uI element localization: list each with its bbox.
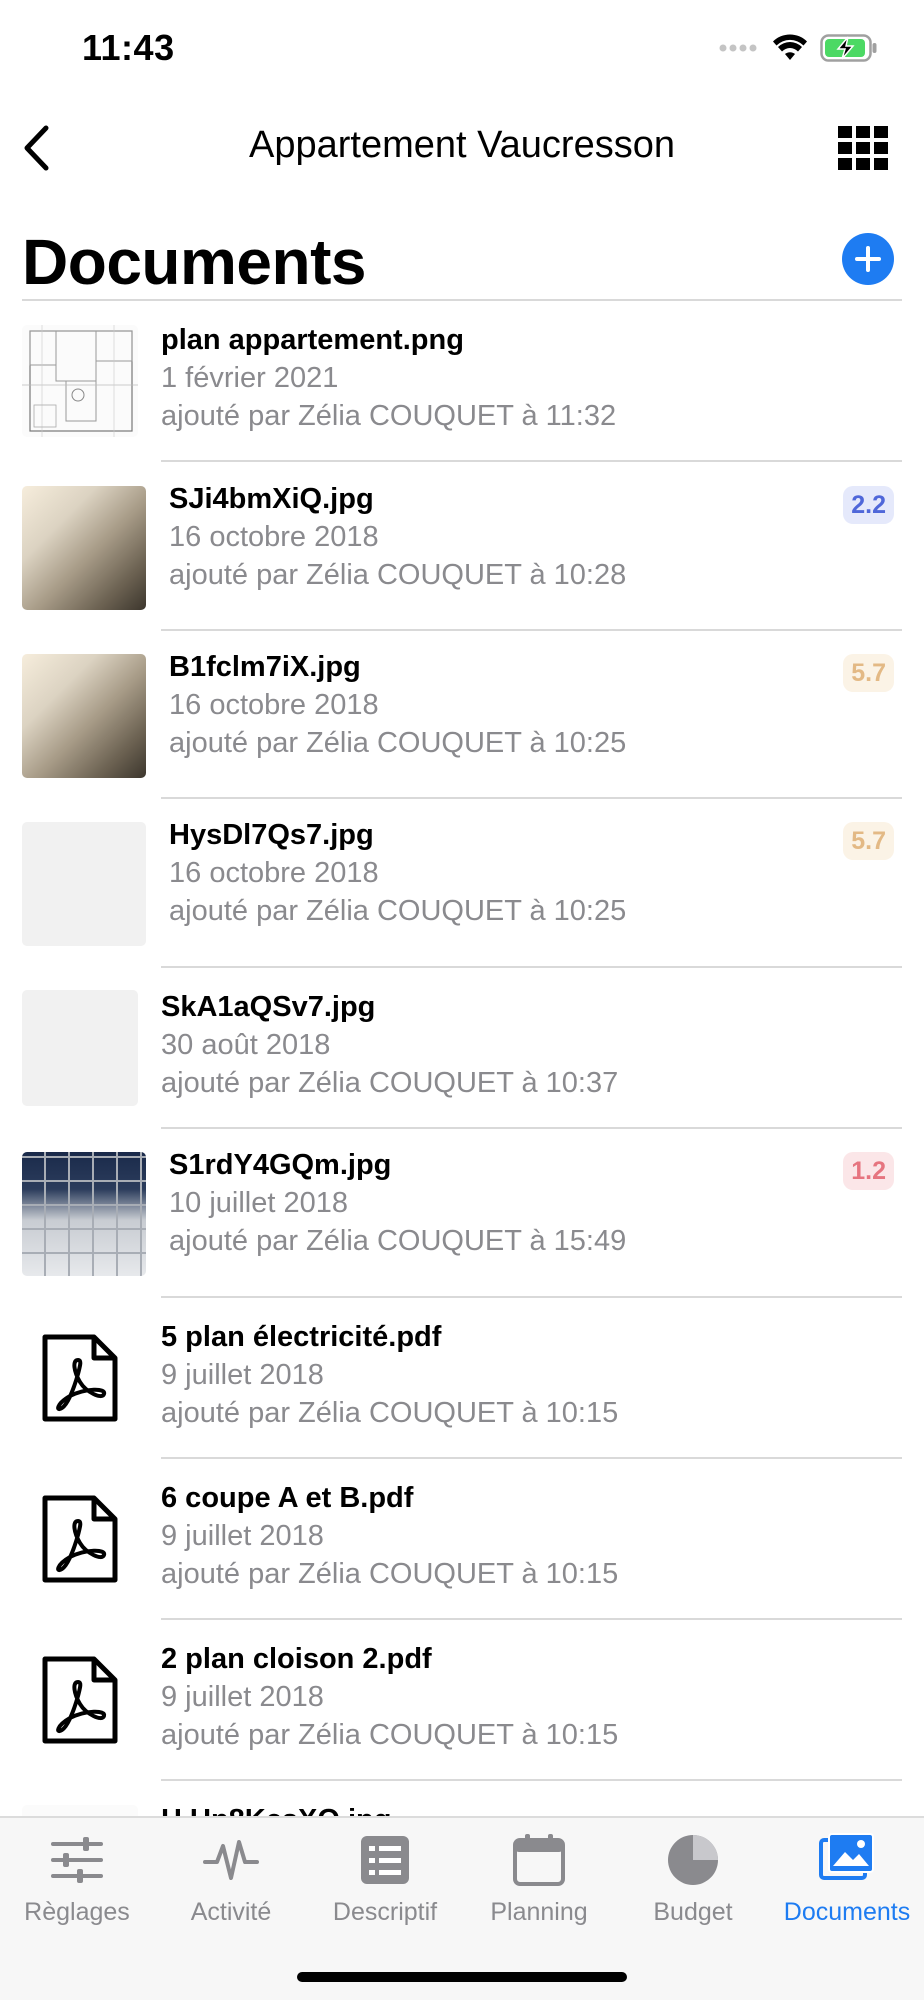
document-name: 5 plan électricité.pdf <box>161 1321 442 1353</box>
list-item[interactable]: HysDl7Qs7.jpg 16 octobre 2018 ajouté par… <box>0 799 924 968</box>
document-name: H.Up8KcsXQ.jpg <box>161 1801 391 1816</box>
page-title: Documents <box>22 226 367 298</box>
document-badge: 1.2 <box>843 1152 894 1190</box>
navigation-bar: Appartement Vaucresson <box>0 100 924 195</box>
list-item[interactable]: 6 coupe A et B.pdf 9 juillet 2018 ajouté… <box>0 1459 924 1620</box>
blank-thumbnail <box>22 822 146 946</box>
battery-charging-icon <box>820 34 877 62</box>
plan-thumbnail <box>22 1805 138 1816</box>
pdf-icon <box>42 1495 118 1583</box>
tab-descriptif[interactable]: Descriptif <box>308 1830 462 1927</box>
document-info: S1rdY4GQm.jpg 10 juillet 2018 ajouté par… <box>169 1146 626 1260</box>
status-bar: 11:43 <box>0 0 924 100</box>
document-date: 16 octobre 2018 <box>169 521 379 553</box>
documents-header: Documents <box>0 205 924 300</box>
tab-bar: Règlages Activité Descriptif Planning Bu… <box>0 1816 924 2000</box>
list-icon <box>361 1836 409 1884</box>
pie-chart-icon <box>668 1835 718 1885</box>
document-info: SJi4bmXiQ.jpg 16 octobre 2018 ajouté par… <box>169 480 626 594</box>
document-name: B1fclm7iX.jpg <box>169 651 361 683</box>
document-date: 10 juillet 2018 <box>169 1187 348 1219</box>
document-date: 16 octobre 2018 <box>169 689 379 721</box>
blank-thumbnail <box>22 990 138 1106</box>
document-date: 30 août 2018 <box>161 1029 331 1061</box>
document-added-by: ajouté par Zélia COUQUET à 10:28 <box>169 559 627 591</box>
list-item[interactable]: 2 plan cloison 2.pdf 9 juillet 2018 ajou… <box>0 1620 924 1781</box>
document-added-by: ajouté par Zélia COUQUET à 10:25 <box>169 727 627 759</box>
document-added-by: ajouté par Zélia COUQUET à 10:37 <box>161 1067 619 1099</box>
document-added-by: ajouté par Zélia COUQUET à 10:25 <box>169 895 627 927</box>
tab-budget[interactable]: Budget <box>616 1830 770 1927</box>
document-name: HysDl7Qs7.jpg <box>169 819 374 851</box>
tab-reglages[interactable]: Règlages <box>0 1830 154 1927</box>
document-badge: 5.7 <box>843 822 894 860</box>
document-added-by: ajouté par Zélia COUQUET à 11:32 <box>161 400 617 432</box>
grid-view-button[interactable] <box>838 126 888 170</box>
document-added-by: ajouté par Zélia COUQUET à 10:15 <box>161 1397 619 1429</box>
list-item[interactable]: SJi4bmXiQ.jpg 16 octobre 2018 ajouté par… <box>0 462 924 631</box>
calendar-icon <box>513 1834 565 1886</box>
home-indicator[interactable] <box>297 1972 627 1982</box>
document-name: SkA1aQSv7.jpg <box>161 991 376 1023</box>
document-info: 5 plan électricité.pdf 9 juillet 2018 aj… <box>161 1318 618 1432</box>
document-date: 9 juillet 2018 <box>161 1681 324 1713</box>
document-name: S1rdY4GQm.jpg <box>169 1149 392 1181</box>
document-name: 2 plan cloison 2.pdf <box>161 1643 432 1675</box>
list-item[interactable]: S1rdY4GQm.jpg 10 juillet 2018 ajouté par… <box>0 1129 924 1298</box>
list-item[interactable]: B1fclm7iX.jpg 16 octobre 2018 ajouté par… <box>0 631 924 799</box>
document-badge: 2.2 <box>843 486 894 524</box>
tab-label: Règlages <box>24 1898 130 1926</box>
document-date: 9 juillet 2018 <box>161 1520 324 1552</box>
list-item[interactable]: H.Up8KcsXQ.jpg <box>0 1781 924 1816</box>
document-info: HysDl7Qs7.jpg 16 octobre 2018 ajouté par… <box>169 816 626 930</box>
document-name: 6 coupe A et B.pdf <box>161 1482 414 1514</box>
photo-thumbnail <box>22 654 146 778</box>
status-icons <box>718 34 878 62</box>
add-document-button[interactable] <box>842 233 894 285</box>
document-info: plan appartement.png 1 février 2021 ajou… <box>161 321 616 435</box>
photo-thumbnail <box>22 486 146 610</box>
tab-label: Planning <box>490 1898 588 1926</box>
list-item[interactable]: 5 plan électricité.pdf 9 juillet 2018 aj… <box>0 1298 924 1459</box>
photos-icon <box>819 1833 874 1880</box>
tab-documents[interactable]: Documents <box>770 1830 924 1927</box>
document-name: plan appartement.png <box>161 324 464 356</box>
document-list[interactable]: plan appartement.png 1 février 2021 ajou… <box>0 301 924 1816</box>
tab-label: Activité <box>190 1898 272 1926</box>
document-added-by: ajouté par Zélia COUQUET à 15:49 <box>169 1225 627 1257</box>
cellular-signal-icon <box>719 44 757 52</box>
document-name: SJi4bmXiQ.jpg <box>169 483 374 515</box>
document-added-by: ajouté par Zélia COUQUET à 10:15 <box>161 1558 619 1590</box>
activity-icon <box>203 1840 259 1880</box>
wifi-icon <box>773 34 807 60</box>
document-info: H.Up8KcsXQ.jpg <box>161 1801 391 1816</box>
pdf-icon <box>42 1334 118 1422</box>
document-info: SkA1aQSv7.jpg 30 août 2018 ajouté par Zé… <box>161 988 618 1102</box>
sliders-icon <box>51 1837 103 1883</box>
tab-activite[interactable]: Activité <box>154 1830 308 1927</box>
plus-icon <box>855 246 881 272</box>
tab-label: Documents <box>783 1898 911 1926</box>
document-added-by: ajouté par Zélia COUQUET à 10:15 <box>161 1719 619 1751</box>
document-date: 1 février 2021 <box>161 362 339 394</box>
document-info: B1fclm7iX.jpg 16 octobre 2018 ajouté par… <box>169 648 626 762</box>
floor-plan-thumbnail <box>22 325 138 437</box>
status-time: 11:43 <box>82 27 175 68</box>
document-badge: 5.7 <box>843 654 894 692</box>
project-title: Appartement Vaucresson <box>249 124 675 166</box>
tab-label: Budget <box>653 1898 733 1926</box>
list-item[interactable]: SkA1aQSv7.jpg 30 août 2018 ajouté par Zé… <box>0 968 924 1129</box>
document-info: 6 coupe A et B.pdf 9 juillet 2018 ajouté… <box>161 1479 618 1593</box>
list-item[interactable]: plan appartement.png 1 février 2021 ajou… <box>0 301 924 462</box>
document-date: 16 octobre 2018 <box>169 857 379 889</box>
tiles-photo-thumbnail <box>22 1152 146 1276</box>
pdf-icon <box>42 1656 118 1744</box>
tab-label: Descriptif <box>332 1898 438 1926</box>
tab-planning[interactable]: Planning <box>462 1830 616 1927</box>
document-info: 2 plan cloison 2.pdf 9 juillet 2018 ajou… <box>161 1640 618 1754</box>
document-date: 9 juillet 2018 <box>161 1359 324 1391</box>
grid-icon <box>838 126 888 170</box>
